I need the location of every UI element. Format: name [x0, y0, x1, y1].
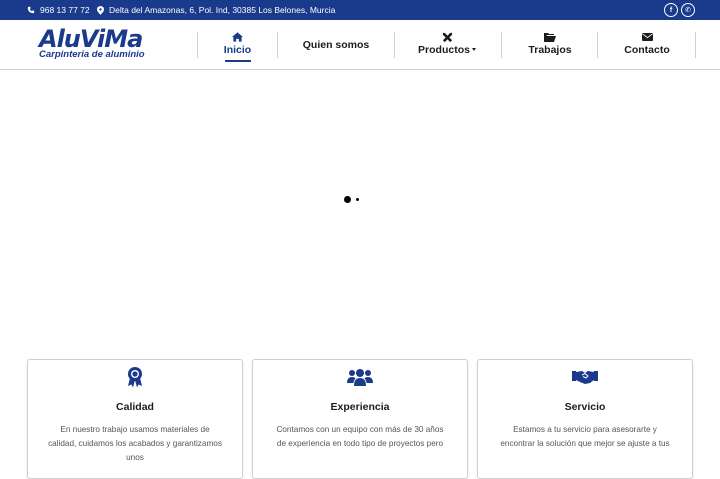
loader-dot — [356, 198, 359, 201]
feature-text: Estamos a tu servicio para asesorarte y … — [500, 425, 670, 448]
feature-title: Calidad — [116, 401, 154, 413]
nav-separator — [394, 32, 395, 58]
phone-icon — [27, 6, 35, 14]
feature-card-servicio: Servicio Estamos a tu servicio para ases… — [477, 359, 693, 479]
home-icon — [212, 31, 263, 43]
nav-label-productos: Productos — [418, 44, 470, 56]
feature-card-calidad: Calidad En nuestro trabajo usamos materi… — [27, 359, 243, 479]
nav-label-inicio: Inicio — [223, 44, 252, 56]
logo-tagline: Carpinteria de aluminio — [39, 49, 145, 60]
logo-brand: AluViMa — [39, 25, 143, 53]
chevron-down-icon — [471, 48, 476, 51]
facebook-link[interactable]: f — [664, 3, 678, 17]
loading-spinner — [344, 196, 359, 203]
address-text: Delta del Amazonas, 6, Pol. Ind, 30385 L… — [109, 5, 336, 15]
nav-separator — [277, 32, 278, 58]
nav-label-contacto: Contacto — [624, 44, 670, 56]
nav-item-inicio[interactable]: Inicio — [212, 31, 263, 62]
envelope-icon — [616, 31, 678, 43]
nav-separator — [597, 32, 598, 58]
folder-icon — [520, 31, 580, 43]
users-group-icon — [253, 366, 467, 388]
feature-title: Servicio — [564, 401, 606, 413]
loader-dot — [344, 196, 351, 203]
nav-label-trabajos: Trabajos — [528, 44, 572, 56]
map-marker-icon — [97, 5, 104, 15]
nav-label-quien-somos: Quien somos — [302, 39, 370, 51]
feature-text: En nuestro trabajo usamos materiales de … — [48, 425, 222, 462]
tools-icon — [412, 31, 482, 43]
phone-number: 968 13 77 72 — [40, 5, 90, 15]
active-indicator — [224, 60, 251, 62]
nav-separator — [197, 32, 198, 58]
nav-item-quien-somos[interactable]: Quien somos — [296, 39, 376, 51]
top-info-bar: 968 13 77 72 Delta del Amazonas, 6, Pol.… — [0, 0, 720, 20]
phone-contact[interactable]: 968 13 77 72 — [27, 5, 90, 15]
whatsapp-icon: ✆ — [685, 7, 691, 14]
nav-item-productos[interactable]: Productos — [412, 31, 482, 56]
feature-title: Experiencia — [330, 401, 390, 413]
award-ribbon-icon — [28, 366, 242, 388]
whatsapp-link[interactable]: ✆ — [681, 3, 695, 17]
nav-separator — [695, 32, 696, 58]
nav-separator — [501, 32, 502, 58]
feature-card-experiencia: Experiencia Contamos con un equipo con m… — [252, 359, 468, 479]
nav-item-trabajos[interactable]: Trabajos — [520, 31, 580, 56]
main-header: AluViMa Carpinteria de aluminio Inicio Q… — [0, 20, 720, 70]
handshake-icon — [478, 366, 692, 388]
feature-text: Contamos con un equipo con más de 30 año… — [276, 425, 444, 448]
site-logo[interactable]: AluViMa Carpinteria de aluminio — [39, 25, 145, 60]
address-contact: Delta del Amazonas, 6, Pol. Ind, 30385 L… — [97, 5, 335, 15]
facebook-icon: f — [669, 6, 673, 14]
nav-item-contacto[interactable]: Contacto — [616, 31, 678, 56]
